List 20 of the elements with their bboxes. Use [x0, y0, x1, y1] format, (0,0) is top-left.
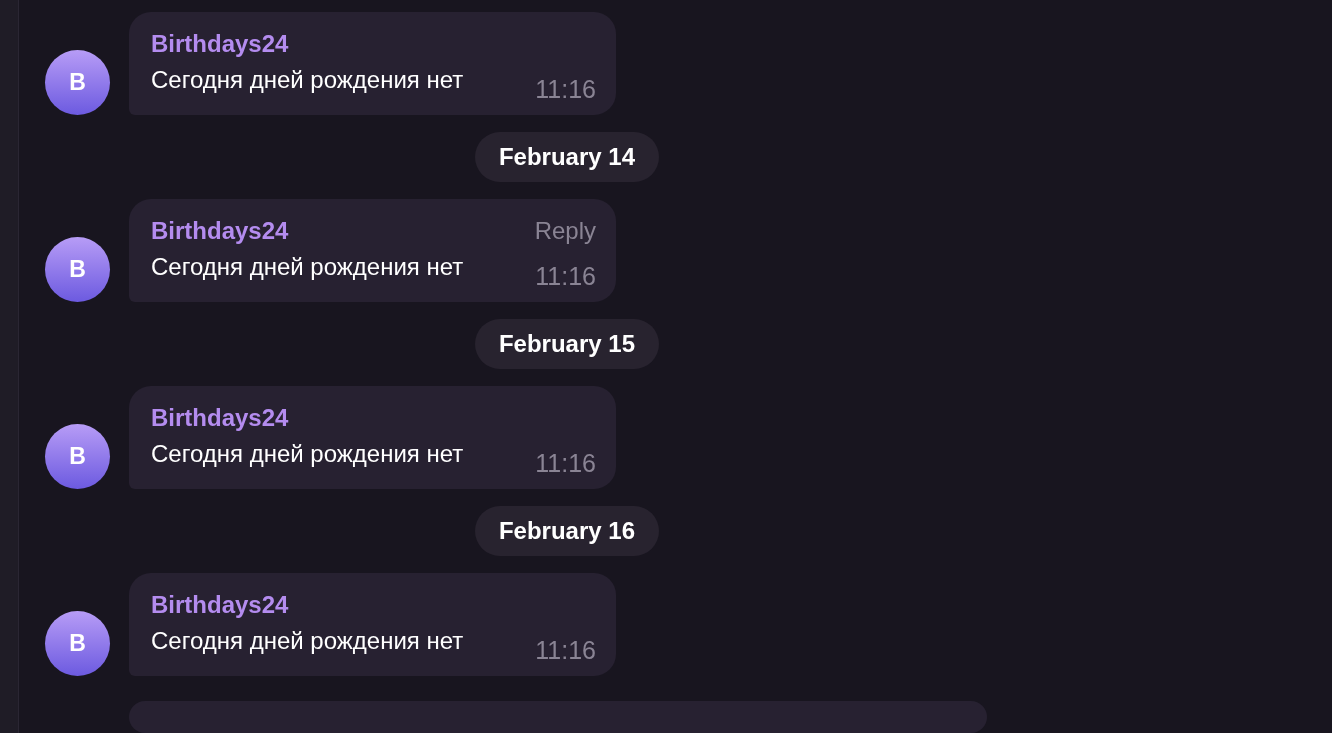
- date-separator: February 14: [474, 132, 660, 182]
- message-time: 11:16: [535, 262, 596, 291]
- reply-button[interactable]: Reply: [534, 217, 596, 245]
- sender-name[interactable]: Birthdays24: [151, 217, 289, 245]
- message-time: 11:16: [535, 75, 596, 104]
- sender-name[interactable]: Birthdays24: [151, 591, 289, 619]
- message-text: Сегодня дней рождения нет: [151, 440, 464, 468]
- message-time: 11:16: [535, 449, 596, 478]
- sender-name[interactable]: Birthdays24: [151, 404, 289, 432]
- message-text: Сегодня дней рождения нет: [151, 627, 464, 655]
- message-text: Сегодня дней рождения нет: [151, 253, 464, 281]
- date-separator: February 15: [474, 319, 660, 369]
- avatar[interactable]: B: [45, 50, 110, 115]
- message-text: Сегодня дней рождения нет: [151, 66, 464, 94]
- avatar[interactable]: B: [45, 424, 110, 489]
- avatar[interactable]: B: [45, 237, 110, 302]
- sender-name[interactable]: Birthdays24: [151, 30, 289, 58]
- date-separator: February 16: [474, 506, 660, 556]
- avatar[interactable]: B: [45, 611, 110, 676]
- message-time: 11:16: [535, 636, 596, 665]
